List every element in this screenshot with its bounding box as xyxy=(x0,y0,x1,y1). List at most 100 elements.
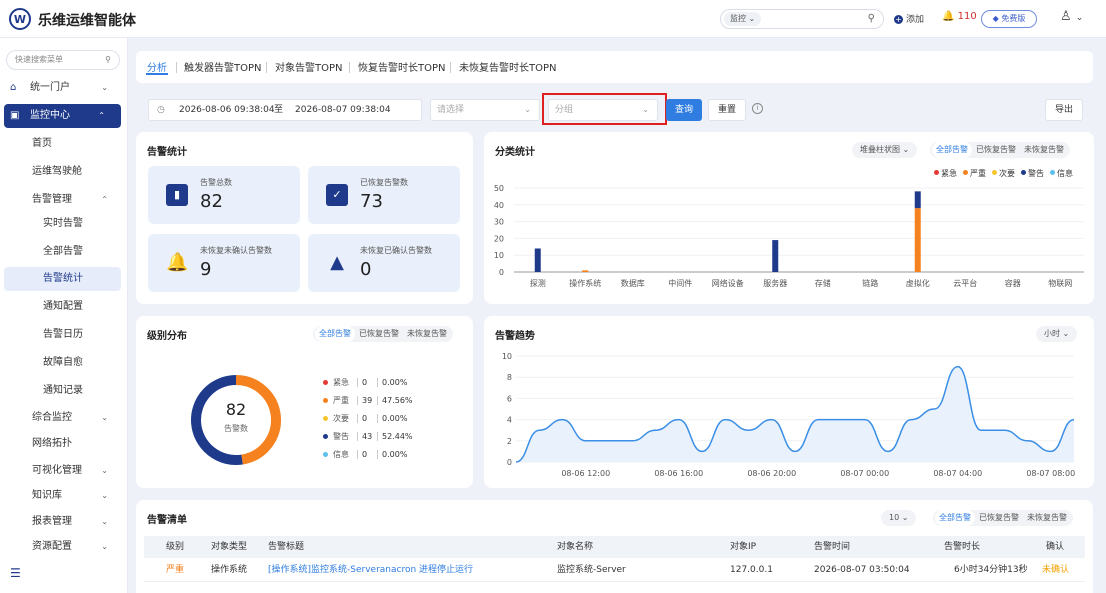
sidebar-item-alarm-management[interactable]: 告警管理 ⌃ xyxy=(0,188,128,212)
edition-badge[interactable]: ◆ 免费版 xyxy=(981,10,1037,28)
sidebar-item-notify-log[interactable]: 通知记录 xyxy=(0,379,128,403)
tab-object-topn[interactable]: 对象告警TOPN xyxy=(275,59,343,74)
sidebar-item-label: 监控中心 xyxy=(30,110,70,121)
seg-unrecovered[interactable]: 未恢复告警 xyxy=(403,326,451,342)
seg-all[interactable]: 全部告警 xyxy=(935,510,975,526)
y-tick-label: 30 xyxy=(494,218,504,227)
sidebar-item-label: 可视化管理 xyxy=(32,465,82,476)
chevron-down-icon: ⌄ xyxy=(101,542,108,551)
sidebar-item-alarm-calendar[interactable]: 告警日历 xyxy=(0,323,128,347)
y-tick-label: 10 xyxy=(494,251,504,260)
y-tick-label: 0 xyxy=(499,268,504,277)
x-tick-label: 08-07 04:00 xyxy=(933,469,982,478)
sidebar-item-label: 综合监控 xyxy=(32,412,72,423)
menu-search-input[interactable]: 快速搜索菜单 ⚲ xyxy=(6,50,120,70)
sidebar-item-report[interactable]: 报表管理 ⌄ xyxy=(0,510,128,534)
sidebar-item-all-alarm[interactable]: 全部告警 xyxy=(0,240,128,264)
sidebar-item-notify-config[interactable]: 通知配置 xyxy=(0,295,128,319)
y-tick-label: 20 xyxy=(494,234,504,243)
bell-icon: 🔔 xyxy=(166,252,189,273)
sidebar-item-realtime-alarm[interactable]: 实时告警 xyxy=(0,212,128,236)
level-count: 39 xyxy=(357,396,377,405)
clock-icon: ◷ xyxy=(157,105,165,115)
analysis-tabs: 分析 触发器告警TOPN 对象告警TOPN 恢复告警时长TOPN 未恢复告警时长… xyxy=(136,51,1093,83)
edition-label: 免费版 xyxy=(1001,14,1026,23)
top-bar: W 乐维运维智能体 监控 ⌄ ⚲ + 添加 🔔 110 ◆ 免费版 ♙ ⌄ xyxy=(0,0,1106,38)
tab-recover-duration-topn[interactable]: 恢复告警时长TOPN xyxy=(358,59,446,74)
cell-title-link[interactable]: [操作系统]监控系统-Serveranacron 进程停止运行 xyxy=(268,558,473,582)
sidebar-item-self-healing[interactable]: 故障自愈 xyxy=(0,351,128,375)
cell-level: 严重 xyxy=(166,565,185,575)
level-count: 0 xyxy=(357,414,377,423)
tab-unrecovered-duration-topn[interactable]: 未恢复告警时长TOPN xyxy=(459,59,557,74)
sidebar-item-home[interactable]: 首页 xyxy=(0,132,128,156)
alarm-indicator[interactable]: 🔔 110 xyxy=(942,11,977,22)
sidebar-item-label: 网络拓扑 xyxy=(32,438,72,449)
sidebar-item-cockpit[interactable]: 运维驾驶舱 xyxy=(0,160,128,184)
chart-type-select[interactable]: 堆叠柱状图 ⌄ xyxy=(852,142,918,158)
seg-recovered[interactable]: 已恢复告警 xyxy=(972,142,1020,158)
diamond-icon: ◆ xyxy=(992,14,999,23)
sidebar-item-label: 告警统计 xyxy=(43,273,83,284)
sidebar-item-resource-config[interactable]: 资源配置 ⌄ xyxy=(0,535,128,559)
search-scope-select[interactable]: 监控 ⌄ xyxy=(724,12,762,26)
global-search[interactable]: 监控 ⌄ ⚲ xyxy=(720,9,884,29)
warning-icon: ▲ xyxy=(330,252,344,273)
search-icon: ⚲ xyxy=(105,55,111,64)
stat-total: ▮ 告警总数 82 xyxy=(148,166,300,224)
legend-dot xyxy=(323,452,328,457)
level-count: 0 xyxy=(357,378,377,387)
date-range-picker[interactable]: ◷ 2026-08-06 09:38:04 至 2026-08-07 09:38… xyxy=(148,99,422,121)
sidebar: 快速搜索菜单 ⚲ ⌂ 统一门户 ⌄ ▣ 监控中心 ⌃ 首页 运维驾驶舱 告警管理 ⌃ 实时告… xyxy=(0,38,128,593)
sidebar-item-monitor-center[interactable]: ▣ 监控中心 ⌃ xyxy=(4,104,121,128)
donut-slice xyxy=(191,375,243,465)
info-icon[interactable]: i xyxy=(752,103,763,114)
search-icon[interactable]: ⚲ xyxy=(868,13,875,24)
bar-chart-icon: ▮ xyxy=(166,184,188,206)
type-select[interactable]: 请选择 ⌄ xyxy=(430,99,540,121)
sidebar-item-label: 知识库 xyxy=(32,490,62,501)
export-button[interactable]: 导出 xyxy=(1045,99,1083,121)
seg-all[interactable]: 全部告警 xyxy=(315,326,355,342)
alarm-list-card: 告警清单 10 ⌄ 全部告警 已恢复告警 未恢复告警 级别 对象类型 告警标题 对象… xyxy=(136,500,1093,593)
sidebar-item-topology[interactable]: 网络拓扑 xyxy=(0,432,128,456)
query-button[interactable]: 查询 xyxy=(666,99,702,121)
sidebar-item-knowledge-base[interactable]: 知识库 ⌄ xyxy=(0,484,128,508)
table-row[interactable]: 严重 操作系统 [操作系统]监控系统-Serveranacron 进程停止运行 … xyxy=(144,558,1085,582)
legend-dot xyxy=(934,170,939,175)
sidebar-item-integrated-monitor[interactable]: 综合监控 ⌄ xyxy=(0,406,128,430)
tab-analysis[interactable]: 分析 xyxy=(147,59,167,74)
level-distribution-card: 级别分布 全部告警 已恢复告警 未恢复告警 82 告警数 紧急 0 0.00% 严重 39… xyxy=(136,316,473,488)
collapse-menu-icon[interactable]: ☰ xyxy=(10,566,21,580)
tab-trigger-topn[interactable]: 触发器告警TOPN xyxy=(184,59,262,74)
legend-dot xyxy=(1021,170,1026,175)
app-title: 乐维运维智能体 xyxy=(38,13,136,29)
donut-center-label: 告警数 xyxy=(224,424,248,433)
seg-all[interactable]: 全部告警 xyxy=(932,142,972,158)
col-confirm: 确认 xyxy=(1046,542,1065,552)
tab-divider xyxy=(450,62,451,73)
app-logo[interactable]: W xyxy=(9,8,31,30)
sidebar-item-visual-management[interactable]: 可视化管理 ⌄ xyxy=(0,459,128,483)
seg-recovered[interactable]: 已恢复告警 xyxy=(975,510,1023,526)
add-button[interactable]: + 添加 xyxy=(894,12,924,25)
sidebar-item-alarm-stats[interactable]: 告警统计 xyxy=(4,267,121,291)
stat-recovered: ✓ 已恢复告警数 73 xyxy=(308,166,460,224)
user-menu[interactable]: ♙ ⌄ xyxy=(1060,9,1083,24)
legend-label: 紧急 xyxy=(941,169,957,178)
legend-label: 警告 xyxy=(1028,169,1044,178)
sidebar-item-portal[interactable]: ⌂ 统一门户 ⌄ xyxy=(0,76,128,100)
seg-unrecovered[interactable]: 未恢复告警 xyxy=(1023,510,1071,526)
level-row-critical: 紧急 0 0.00% xyxy=(323,377,407,388)
x-tick-label: 08-06 12:00 xyxy=(561,469,610,478)
reset-button[interactable]: 重置 xyxy=(708,99,746,121)
page-size-select[interactable]: 10 ⌄ xyxy=(881,510,917,526)
granularity-select[interactable]: 小时 ⌄ xyxy=(1036,326,1078,342)
seg-recovered[interactable]: 已恢复告警 xyxy=(355,326,403,342)
highlight-box xyxy=(542,93,667,125)
page-size-value: 10 xyxy=(889,513,900,522)
cell-confirm[interactable]: 未确认 xyxy=(1042,558,1069,582)
seg-unrecovered[interactable]: 未恢复告警 xyxy=(1020,142,1068,158)
chevron-down-icon: ⌄ xyxy=(101,491,108,500)
level-row-minor: 次要 0 0.00% xyxy=(323,413,407,424)
